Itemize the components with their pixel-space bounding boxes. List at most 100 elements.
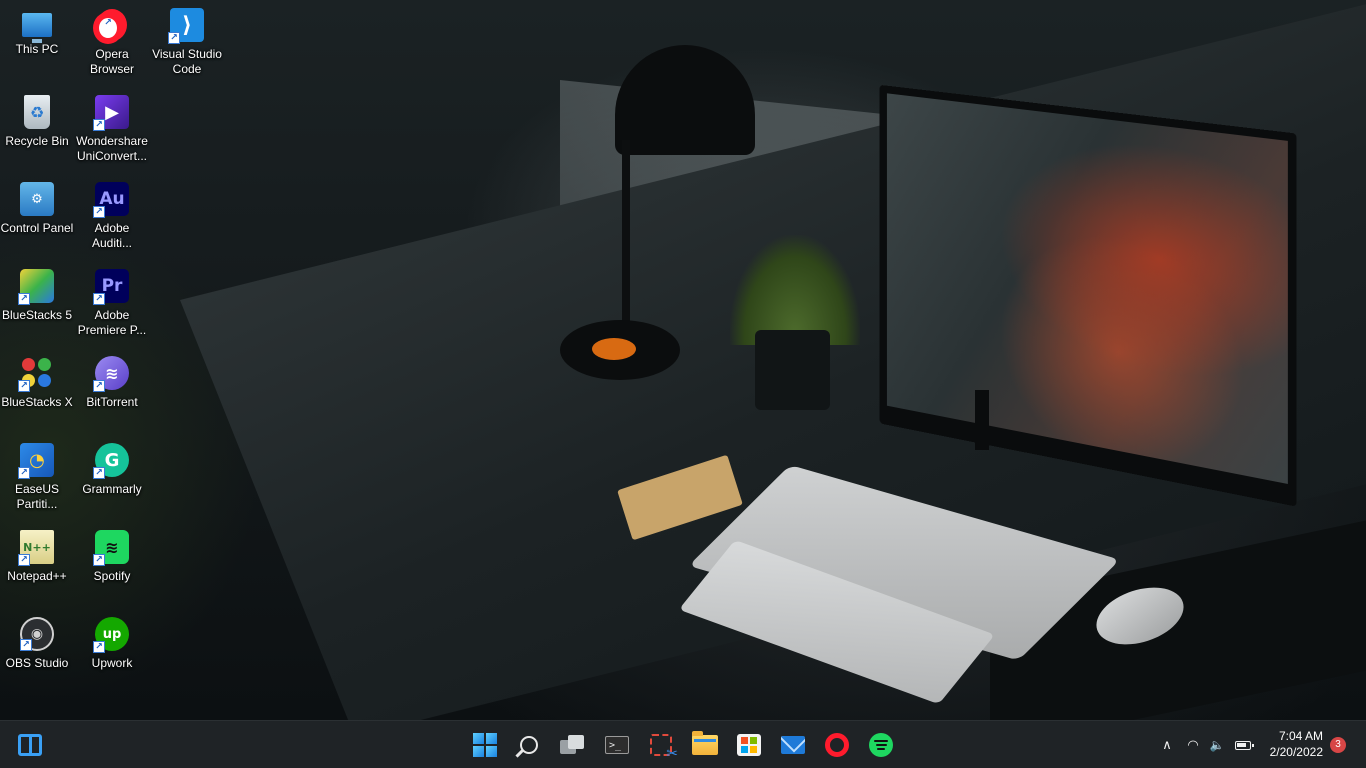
taskbar-task-view-button[interactable] [553, 725, 593, 765]
shortcut-arrow-icon: ↗ [18, 467, 30, 479]
task-view-icon [560, 735, 586, 755]
desktop-icon-grammarly[interactable]: G ↗ Grammarly [75, 439, 149, 521]
notepadpp-icon: N++ ↗ [18, 530, 54, 566]
spotify-icon [869, 733, 893, 757]
network-button[interactable]: ◠ [1180, 721, 1206, 768]
taskbar-search-button[interactable] [509, 725, 549, 765]
desktop-icon-recycle-bin[interactable]: ♻ Recycle Bin [0, 91, 74, 173]
desktop-icon-label: Spotify [93, 569, 131, 583]
shortcut-arrow-icon: ↗ [93, 119, 105, 131]
desktop-icon-audition[interactable]: Au ↗ Adobe Auditi... [75, 178, 149, 260]
widgets-icon [18, 734, 42, 756]
shortcut-arrow-icon: ↗ [18, 293, 30, 305]
bittorrent-icon: ≋ ↗ [93, 356, 129, 392]
show-hidden-icons-button[interactable]: ∧ [1154, 721, 1180, 768]
taskbar-terminal-button[interactable]: >_ [597, 725, 637, 765]
wallpaper-lamp-shade [615, 45, 755, 155]
wondershare-uniconverter-icon: ▶ ↗ [93, 95, 129, 131]
bluestacks5-icon: ↗ [18, 269, 54, 305]
desktop-icon-label: Control Panel [0, 221, 74, 235]
desktop-icon-premiere[interactable]: Pr ↗ Adobe Premiere P... [75, 265, 149, 347]
shortcut-arrow-icon: ↗ [18, 554, 30, 566]
system-tray: ∧ ◠ 🔈 [1154, 721, 1258, 768]
adobe-premiere-icon: Pr ↗ [93, 269, 129, 305]
taskbar-clock[interactable]: 7:04 AM 2/20/2022 [1253, 728, 1323, 760]
desktop-icon-label: This PC [15, 42, 59, 56]
folder-icon [692, 731, 718, 755]
desktop-icon-label: BlueStacks X [1, 395, 73, 409]
wallpaper-lamp-arm [622, 140, 630, 340]
battery-icon [1235, 740, 1254, 750]
desktop-icon-label: Visual Studio Code [152, 47, 222, 76]
shortcut-arrow-icon: ↗ [20, 639, 32, 651]
windows-start-icon [473, 733, 497, 757]
desktop-icon-vscode[interactable]: ⟩ ↗ Visual Studio Code [150, 4, 224, 86]
taskbar-widgets-button[interactable] [10, 725, 50, 765]
taskbar-spotify-button[interactable] [861, 725, 901, 765]
desktop-icon-wondershare[interactable]: ▶ ↗ Wondershare UniConvert... [75, 91, 149, 173]
desktop-icon-this-pc[interactable]: This PC [0, 4, 74, 86]
taskbar-store-button[interactable] [729, 725, 769, 765]
shortcut-arrow-icon: ↗ [93, 380, 105, 392]
this-pc-icon [22, 13, 52, 43]
easeus-partition-icon: ◔ ↗ [18, 443, 54, 479]
desktop-icon-bittorrent[interactable]: ≋ ↗ BitTorrent [75, 352, 149, 434]
obs-studio-icon: ◉ ↗ [20, 617, 54, 651]
clock-time: 7:04 AM [1278, 729, 1323, 743]
search-icon [520, 736, 538, 754]
desktop-icon-label: Wondershare UniConvert... [76, 134, 148, 163]
wallpaper-monitor-stand [975, 390, 989, 450]
store-icon [737, 734, 761, 756]
wifi-icon: ◠ [1187, 737, 1199, 753]
volume-button[interactable]: 🔈 [1206, 721, 1228, 768]
spotify-icon: ≋ ↗ [93, 530, 129, 566]
shortcut-arrow-icon: ↗ [93, 12, 123, 44]
desktop-icon-label: Upwork [91, 656, 133, 670]
shortcut-arrow-icon: ↗ [93, 206, 105, 218]
desktop-icon-label: Adobe Premiere P... [77, 308, 147, 337]
desktop-icon-label: BlueStacks 5 [1, 308, 73, 322]
taskbar-mail-button[interactable] [773, 725, 813, 765]
mail-icon [781, 736, 805, 754]
desktop-icon-bluestacks5[interactable]: ↗ BlueStacks 5 [0, 265, 74, 347]
desktop-wallpaper [0, 0, 1366, 720]
opera-icon [825, 733, 849, 757]
desktop-icon-notepadpp[interactable]: N++ ↗ Notepad++ [0, 526, 74, 608]
shortcut-arrow-icon: ↗ [93, 293, 105, 305]
taskbar: >_ ∧ ◠ 🔈 7:04 AM [0, 720, 1366, 768]
taskbar-opera-button[interactable] [817, 725, 857, 765]
wallpaper-lamp-logo [592, 338, 636, 360]
desktop-icon-label: BitTorrent [86, 395, 138, 409]
snipping-tool-icon [650, 734, 678, 762]
shortcut-arrow-icon: ↗ [18, 380, 30, 392]
desktop-icon-control-panel[interactable]: ⚙ Control Panel [0, 178, 74, 260]
wallpaper-plant-leaves [730, 235, 860, 345]
desktop-icon-opera[interactable]: ↗ Opera Browser [75, 4, 149, 86]
chevron-up-icon: ∧ [1162, 737, 1172, 753]
notification-badge[interactable]: 3 [1330, 737, 1346, 753]
desktop-icon-label: Grammarly [82, 482, 142, 496]
desktop-icon-obs[interactable]: ◉ ↗ OBS Studio [0, 613, 74, 695]
desktop-icon-label: Notepad++ [7, 569, 67, 583]
desktop-icon-easeus[interactable]: ◔ ↗ EaseUS Partiti... [0, 439, 74, 521]
recycle-bin-icon: ♻ [24, 95, 50, 129]
clock-date: 2/20/2022 [1269, 745, 1323, 759]
shortcut-arrow-icon: ↗ [93, 554, 105, 566]
upwork-icon: up ↗ [93, 617, 129, 653]
opera-icon: ↗ [93, 8, 129, 44]
terminal-icon: >_ [605, 736, 629, 754]
desktop-icon-label: Adobe Auditi... [91, 221, 133, 250]
control-panel-icon: ⚙ [20, 182, 54, 216]
desktop-icon-bluestacksx[interactable]: ↗ BlueStacks X [0, 352, 74, 434]
shortcut-arrow-icon: ↗ [168, 32, 180, 44]
shortcut-arrow-icon: ↗ [93, 641, 105, 653]
desktop-icon-upwork[interactable]: up ↗ Upwork [75, 613, 149, 695]
grammarly-icon: G ↗ [93, 443, 129, 479]
taskbar-start-button[interactable] [465, 725, 505, 765]
desktop-icon-label: Recycle Bin [5, 134, 69, 148]
taskbar-snipping-tool-button[interactable] [641, 725, 681, 765]
wallpaper-plant-pot [755, 330, 830, 410]
taskbar-file-explorer-button[interactable] [685, 725, 725, 765]
desktop-icon-spotify[interactable]: ≋ ↗ Spotify [75, 526, 149, 608]
desktop-icon-label: EaseUS Partiti... [14, 482, 60, 511]
